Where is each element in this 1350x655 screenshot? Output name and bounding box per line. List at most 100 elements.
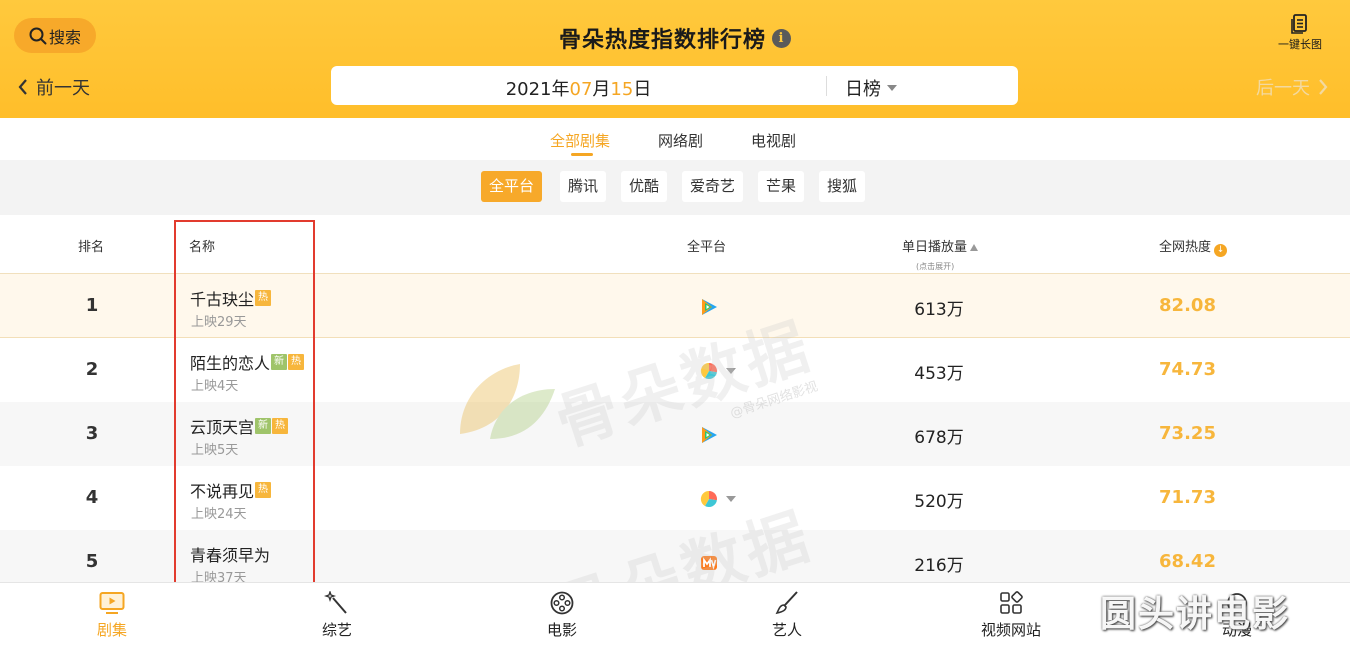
nav-artist[interactable]: 艺人 [742,591,832,640]
table-row[interactable]: 4 不说再见 热 上映24天 520万 71.73 [0,466,1350,530]
nav-variety[interactable]: 综艺 [292,591,382,640]
series-name[interactable]: 不说再见 热 [190,478,272,502]
col-heat-label: 全网热度 [1159,240,1212,255]
sort-down-circle-icon: ↓ [1214,244,1228,257]
col-rank: 排名 [78,240,105,255]
date-day: 15 [610,79,634,100]
table-row[interactable]: 3 云顶天宫 新 热 上映5天 678万 73.25 [0,402,1350,466]
nav-movie[interactable]: 电影 [517,591,607,640]
caret-down-icon [887,85,897,91]
hot-tag: 热 [272,418,289,434]
days-aired: 上映24天 [191,507,247,522]
table-header: 排名 名称 全平台 单日播放量 (点击展开) 全网热度 ↓ [0,215,1350,274]
series-name[interactable]: 青春须早为 [190,542,270,566]
series-title: 千古玦尘 [190,290,255,309]
nav-anime-label: 动漫 [1221,621,1252,639]
daily-plays: 216万 [914,556,964,576]
nav-series[interactable]: 剧集 [67,591,157,640]
filter-all-platforms[interactable]: 全平台 [481,171,543,202]
category-tabs: 全部剧集 网络剧 电视剧 [0,118,1350,160]
filter-sohu[interactable]: 搜狐 [819,171,866,202]
date-year: 2021 [505,79,552,100]
filter-tencent[interactable]: 腾讯 [560,171,607,202]
date-day-unit: 日 [633,79,652,100]
platform-dropdown-icon[interactable] [726,496,736,502]
daily-plays: 613万 [914,300,964,320]
series-title: 陌生的恋人 [190,354,271,373]
col-daily-plays-hint: (点击展开) [916,262,955,271]
tencent-video-icon [700,426,718,444]
document-icon [1291,14,1307,34]
heat-index: 82.08 [1159,295,1216,316]
rank-number: 2 [85,359,99,380]
series-name[interactable]: 千古玦尘 热 [190,286,272,310]
nav-variety-label: 综艺 [321,621,352,639]
period-dropdown[interactable]: 日榜 [845,75,897,101]
platform-dropdown-icon[interactable] [726,368,736,374]
col-daily-plays-label: 单日播放量 [902,240,968,255]
next-day-label: 后一天 [1256,78,1310,99]
prev-day-label: 前一天 [36,78,90,99]
col-heat[interactable]: 全网热度 ↓ [1159,236,1228,257]
info-icon[interactable]: i [772,28,791,48]
hot-tag: 热 [255,290,272,306]
filter-mango[interactable]: 芒果 [758,171,805,202]
long-image-label: 一键长图 [1278,38,1322,51]
prev-day-button[interactable]: 前一天 [18,74,90,100]
rank-number: 4 [85,487,99,508]
grid-icon [1000,591,1023,614]
date-display[interactable]: 2021年07月15日 [331,75,826,101]
active-tab-underline [571,153,593,156]
nav-anime[interactable]: 动漫 [1192,591,1282,640]
days-aired: 上映37天 [191,571,247,582]
film-reel-icon [550,591,574,615]
multi-platform-icon[interactable] [700,490,736,508]
date-year-unit: 年 [551,79,570,100]
heat-index: 68.42 [1159,551,1216,572]
days-aired: 上映4天 [191,379,239,394]
tab-web-series[interactable]: 网络剧 [658,130,703,151]
series-title: 不说再见 [190,482,255,501]
date-divider [826,76,827,96]
heat-index: 74.73 [1159,359,1216,380]
col-daily-plays[interactable]: 单日播放量 [902,236,979,255]
nav-video-sites-label: 视频网站 [980,621,1041,639]
chevron-right-icon [1319,79,1328,95]
series-name[interactable]: 陌生的恋人 新 热 [190,350,305,374]
rank-number: 5 [85,551,99,572]
filter-youku[interactable]: 优酷 [621,171,668,202]
rank-number: 1 [85,295,99,316]
heat-index: 73.25 [1159,423,1216,444]
rank-number: 3 [85,423,99,444]
tab-all-series[interactable]: 全部剧集 [550,130,610,151]
multi-platform-icon[interactable] [700,362,736,380]
nav-movie-label: 电影 [546,621,577,639]
series-title: 云顶天宫 [190,418,255,437]
sort-up-icon [970,244,979,251]
hot-tag: 热 [255,482,272,498]
anime-icon [1227,593,1247,613]
tencent-video-icon [700,298,718,316]
date-month: 07 [569,79,593,100]
daily-plays: 520万 [914,492,964,512]
daily-plays: 453万 [914,364,964,384]
days-aired: 上映5天 [191,443,239,458]
series-name[interactable]: 云顶天宫 新 热 [190,414,289,438]
table-row[interactable]: 5 青春须早为 上映37天 216万 68.42 [0,530,1350,582]
page-title-wrap: 骨朵热度指数排行榜 i [0,22,1350,54]
header-bar: 搜索 骨朵热度指数排行榜 i 一键长图 前一天 2021年07月15日 日榜 后… [0,0,1350,118]
table-row[interactable]: 1 千古玦尘 热 上映29天 613万 82.08 [0,274,1350,338]
date-selector[interactable]: 2021年07月15日 日榜 [331,66,1018,105]
new-tag: 新 [255,418,272,434]
platform-filter-bar: 全平台 腾讯 优酷 爱奇艺 芒果 搜狐 [0,160,1350,215]
filter-iqiyi[interactable]: 爱奇艺 [682,171,744,202]
tab-tv-series[interactable]: 电视剧 [751,130,796,151]
daily-plays: 678万 [914,428,964,448]
long-image-button[interactable]: 一键长图 [1272,14,1328,52]
nav-video-sites[interactable]: 视频网站 [966,591,1056,640]
series-title: 青春须早为 [190,546,271,565]
page-title: 骨朵热度指数排行榜 [558,28,766,53]
table-row[interactable]: 2 陌生的恋人 新 热 上映4天 453万 74.73 [0,338,1350,402]
magic-wand-icon [324,591,347,614]
next-day-button[interactable]: 后一天 [1256,74,1328,100]
